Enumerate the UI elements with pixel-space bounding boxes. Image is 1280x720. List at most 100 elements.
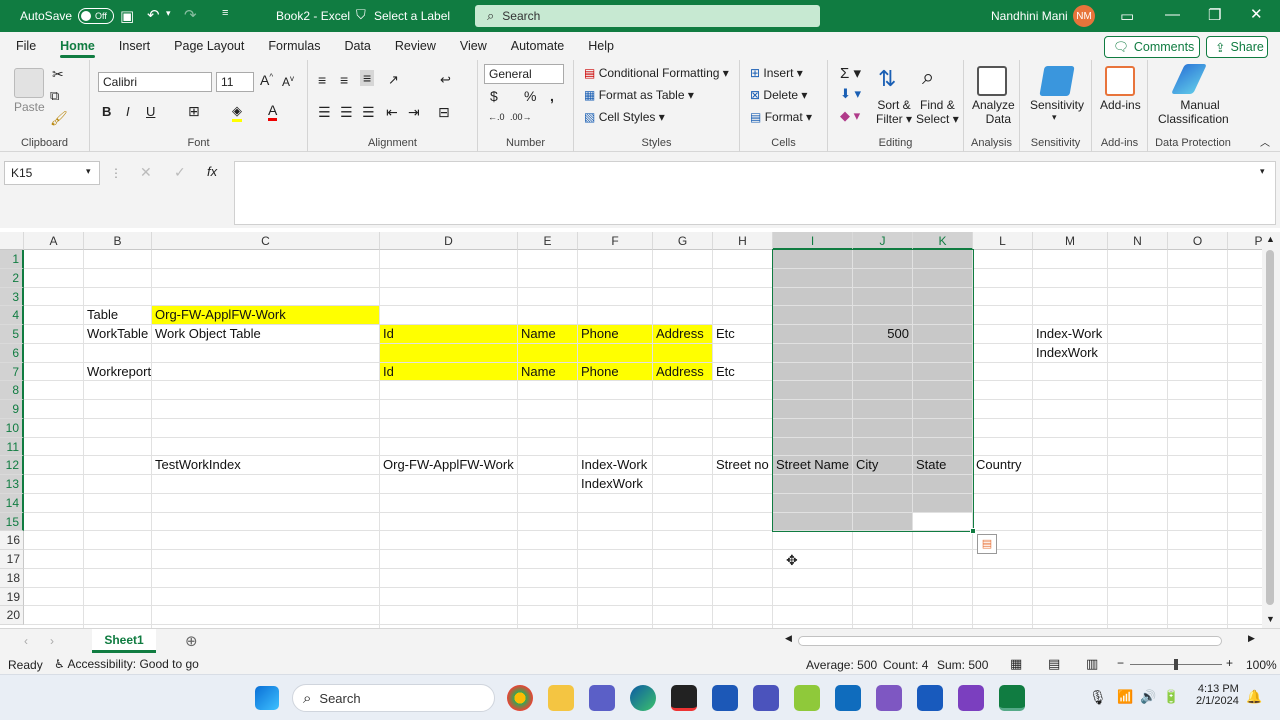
cell-h12[interactable]: Street no xyxy=(713,456,769,475)
enter-icon[interactable]: ✓ xyxy=(174,164,186,181)
scroll-left-icon[interactable]: ◀ xyxy=(785,633,792,644)
wrap-text-icon[interactable]: ↩ xyxy=(440,72,451,88)
column-header-p[interactable]: P xyxy=(1228,232,1262,250)
cell-e7[interactable]: Name xyxy=(518,363,556,382)
tab-home[interactable]: Home xyxy=(48,32,107,60)
cell-b5[interactable]: WorkTable xyxy=(84,325,148,344)
undo-dropdown-icon[interactable]: ▾ xyxy=(166,8,171,19)
row-header-6[interactable]: 6 xyxy=(0,343,24,363)
ribbon-display-icon[interactable]: ▭ xyxy=(1120,7,1134,25)
insert-function-icon[interactable]: fx xyxy=(207,164,217,179)
restore-icon[interactable]: ❐ xyxy=(1208,6,1221,24)
row-header-8[interactable]: 8 xyxy=(0,381,24,400)
analyze-data-button[interactable]: Analyze Data xyxy=(972,98,1015,126)
shield-icon[interactable]: ⛉ xyxy=(356,7,366,23)
paste-icon[interactable] xyxy=(14,68,44,98)
status-count[interactable]: Count: 4 xyxy=(883,658,928,672)
sort-filter-button[interactable]: Sort & Filter ▾ xyxy=(876,98,912,126)
quick-analysis-icon[interactable]: ▤ xyxy=(977,534,997,555)
zoom-in-icon[interactable]: + xyxy=(1226,656,1233,670)
format-as-table-button[interactable]: ▦ Format as Table ▾ xyxy=(584,88,694,102)
cut-icon[interactable]: ✂ xyxy=(52,66,64,83)
row-header-11[interactable]: 11 xyxy=(0,437,24,457)
column-header-j[interactable]: J xyxy=(853,232,913,250)
cell-d5[interactable]: Id xyxy=(380,325,394,344)
close-icon[interactable]: ✕ xyxy=(1250,5,1263,23)
font-size-select[interactable]: 11 xyxy=(216,72,254,92)
page-break-view-icon[interactable]: ▥ xyxy=(1086,656,1098,672)
analyze-data-icon[interactable] xyxy=(977,66,1007,96)
column-header-c[interactable]: C xyxy=(152,232,380,250)
percent-icon[interactable]: % xyxy=(524,88,536,104)
comments-button[interactable]: 🗨 Comments xyxy=(1104,36,1200,58)
underline-icon[interactable]: U xyxy=(146,104,155,119)
decrease-font-icon[interactable]: Av xyxy=(282,74,294,89)
customize-qat-icon[interactable]: ≡ xyxy=(222,7,228,19)
align-right-icon[interactable]: ☰ xyxy=(362,104,375,121)
borders-icon[interactable]: ⊞ xyxy=(188,103,200,120)
row-header-20[interactable]: 20 xyxy=(0,606,24,625)
minimize-icon[interactable]: — xyxy=(1165,6,1180,23)
name-box-dropdown-icon[interactable]: ▾ xyxy=(86,166,91,177)
column-header-k[interactable]: K xyxy=(913,232,973,250)
webex-icon[interactable] xyxy=(712,685,738,711)
align-top-icon[interactable]: ≡ xyxy=(318,72,326,88)
fill-icon[interactable]: ⬇ ▾ xyxy=(840,86,861,102)
search-box[interactable]: ⌕ Search xyxy=(475,5,820,27)
insert-cells-button[interactable]: ⊞ Insert ▾ xyxy=(750,66,803,80)
scroll-up-icon[interactable]: ▲ xyxy=(1266,234,1275,244)
microphone-icon[interactable]: 🎙 xyxy=(1089,689,1107,706)
column-header-g[interactable]: G xyxy=(653,232,713,250)
save-icon[interactable]: ▣ xyxy=(120,7,134,25)
tab-automate[interactable]: Automate xyxy=(499,32,577,60)
row-header-15[interactable]: 15 xyxy=(0,512,24,532)
format-cells-button[interactable]: ▤ Format ▾ xyxy=(750,110,812,124)
tab-page-layout[interactable]: Page Layout xyxy=(162,32,256,60)
battery-icon[interactable]: 🔋 xyxy=(1163,689,1179,705)
chevron-down-icon[interactable]: ▾ xyxy=(1052,112,1057,123)
tab-help[interactable]: Help xyxy=(576,32,626,60)
clear-icon[interactable]: ◆ ▾ xyxy=(840,108,860,124)
row-header-19[interactable]: 19 xyxy=(0,587,24,607)
italic-icon[interactable]: I xyxy=(126,104,130,119)
merge-center-icon[interactable]: ⊟ xyxy=(438,104,450,121)
vertical-scroll-thumb[interactable] xyxy=(1266,250,1274,605)
cell-e5[interactable]: Name xyxy=(518,325,556,344)
cell-d7[interactable]: Id xyxy=(380,363,394,382)
cell-styles-button[interactable]: ▧ Cell Styles ▾ xyxy=(584,110,665,124)
row-header-3[interactable]: 3 xyxy=(0,287,24,307)
snipping-tool-icon[interactable] xyxy=(876,685,902,711)
normal-view-icon[interactable]: ▦ xyxy=(1010,656,1022,672)
increase-indent-icon[interactable]: ⇥ xyxy=(408,104,420,121)
chrome-icon[interactable] xyxy=(507,685,533,711)
row-header-17[interactable]: 17 xyxy=(0,550,24,569)
clipchamp-icon[interactable] xyxy=(958,685,984,711)
autosum-icon[interactable]: Σ ▾ xyxy=(840,64,861,82)
column-header-o[interactable]: O xyxy=(1168,232,1228,250)
status-average[interactable]: Average: 500 xyxy=(806,658,877,672)
find-select-icon[interactable]: ⌕ xyxy=(922,64,934,90)
align-left-icon[interactable]: ☰ xyxy=(318,104,331,121)
column-header-f[interactable]: F xyxy=(578,232,653,250)
paste-button[interactable]: Paste xyxy=(14,100,45,114)
cell-d12[interactable]: Org-FW-ApplFW-Work xyxy=(380,456,514,475)
cell-f5[interactable]: Phone xyxy=(578,325,619,344)
add-sheet-icon[interactable]: ⊕ xyxy=(185,632,198,650)
cell-b4[interactable]: Table xyxy=(84,306,118,325)
status-sum[interactable]: Sum: 500 xyxy=(937,658,988,672)
font-color-icon[interactable]: A xyxy=(268,102,278,121)
comma-icon[interactable]: , xyxy=(550,88,554,104)
file-explorer-icon[interactable] xyxy=(548,685,574,711)
increase-decimal-icon[interactable]: ←.0 xyxy=(488,112,505,122)
conditional-formatting-button[interactable]: ▤ Conditional Formatting ▾ xyxy=(584,66,729,80)
scroll-down-icon[interactable]: ▼ xyxy=(1266,614,1275,624)
sort-filter-icon[interactable]: ⇅ xyxy=(878,66,896,92)
fill-handle[interactable] xyxy=(970,528,976,535)
outlook-icon[interactable] xyxy=(835,685,861,711)
cell-f7[interactable]: Phone xyxy=(578,363,619,382)
addins-icon[interactable] xyxy=(1105,66,1135,96)
undo-icon[interactable]: ↶ xyxy=(147,6,160,24)
orientation-icon[interactable]: ↗ xyxy=(388,72,399,88)
cell-c12[interactable]: TestWorkIndex xyxy=(152,456,241,475)
column-header-h[interactable]: H xyxy=(713,232,773,250)
